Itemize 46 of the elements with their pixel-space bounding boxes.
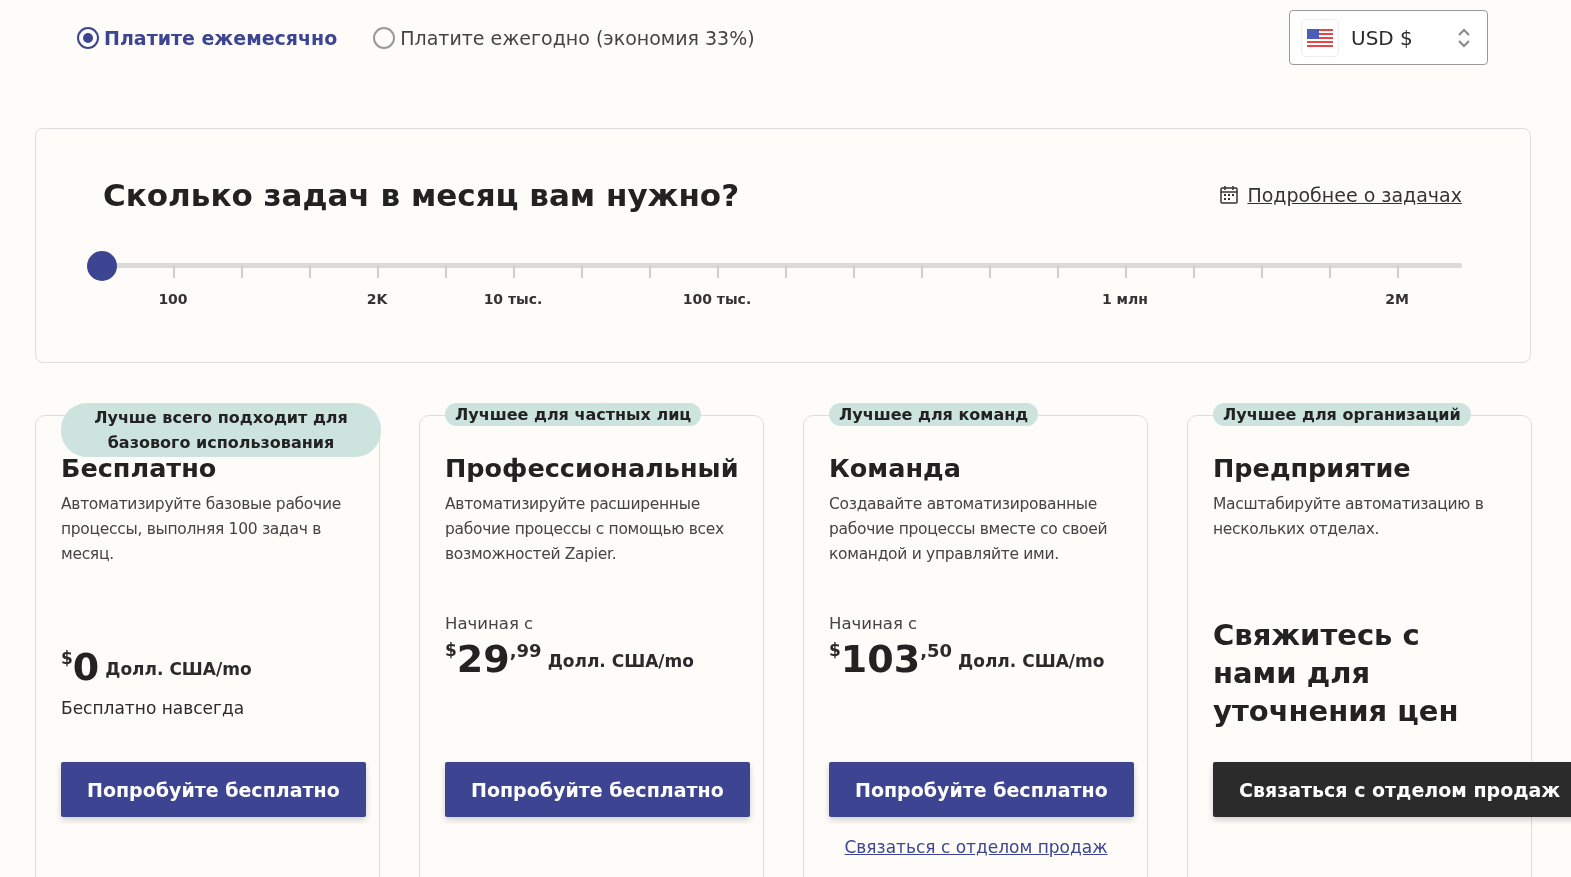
tasks-heading: Сколько задач в месяц вам нужно? xyxy=(103,177,740,213)
price-unit: Долл. США/mo xyxy=(958,651,1105,671)
plan-description: Создавайте автоматизированные рабочие процессы вместе со своей командой и управляйте ими. xyxy=(829,494,1109,565)
calendar-icon xyxy=(1219,185,1240,205)
slider-thumb[interactable] xyxy=(87,251,117,281)
price-unit: Долл. США/mo xyxy=(547,651,694,671)
tasks-slider[interactable]: 100 2K 10 тыс. 100 тыс. 1 млн 2M xyxy=(87,239,1462,309)
currency-select[interactable]: USD $ xyxy=(1289,10,1488,65)
price-note: Бесплатно навсегда xyxy=(61,698,246,718)
tick-label: 10 тыс. xyxy=(483,291,543,307)
plan-button[interactable]: Попробуйте бесплатно xyxy=(445,762,750,817)
price-amount: 103 xyxy=(840,636,921,682)
tick-label: 2K xyxy=(366,291,388,307)
plan-description: Масштабируйте автоматизацию в нескольких отделах. xyxy=(1213,494,1485,540)
price-amount: 0 xyxy=(72,644,100,690)
price-cents: ,99 xyxy=(509,640,542,661)
tick-label: 100 xyxy=(158,291,188,307)
tick-label: 1 млн xyxy=(1102,291,1148,307)
plan-button[interactable]: Попробуйте бесплатно xyxy=(829,762,1134,817)
tick-label: 100 тыс. xyxy=(682,291,752,307)
plan-description: Автоматизируйте расширенные рабочие процессы с помощью всех возможностей Zapier. xyxy=(445,494,725,565)
plan-title: Команда xyxy=(829,452,962,485)
flag-icon xyxy=(1307,28,1333,47)
plan-description: Автоматизируйте базовые рабочие процессы, выполняя 100 задач в месяц. xyxy=(61,494,342,565)
plan-button[interactable]: Связаться с отделом продаж xyxy=(1213,762,1571,817)
plan-badge: Лучшее для организаций xyxy=(1213,403,1471,426)
contact-sales-link[interactable]: Связаться с отделом продаж xyxy=(829,837,1123,857)
currency-symbol: $ xyxy=(445,640,457,660)
tasks-info-link[interactable]: Подробнее о задачах xyxy=(1219,184,1462,206)
radio-icon[interactable] xyxy=(373,26,396,49)
plan-title: Предприятие xyxy=(1213,452,1412,485)
currency-symbol: $ xyxy=(61,648,73,668)
currency-symbol: $ xyxy=(829,640,841,660)
plan-button[interactable]: Попробуйте бесплатно xyxy=(61,762,366,817)
price-amount: 29 xyxy=(456,636,510,682)
tick-label: 2M xyxy=(1385,291,1409,307)
starting-label: Начиная с xyxy=(445,613,535,635)
radio-icon[interactable] xyxy=(77,26,99,49)
plan-badge: Лучшее для команд xyxy=(829,403,1039,426)
plan-badge: Лучшее для частных лиц xyxy=(445,403,702,426)
price-unit: Долл. США/mo xyxy=(105,659,252,679)
plan-title: Профессиональный xyxy=(445,452,739,485)
contact-heading: Свяжитесь с нами для уточнения цен xyxy=(1213,617,1460,730)
plan-badge: Лучше всего подходит для базового использования xyxy=(61,403,381,457)
starting-label: Начиная с xyxy=(829,613,919,635)
price-cents: ,50 xyxy=(920,640,953,661)
